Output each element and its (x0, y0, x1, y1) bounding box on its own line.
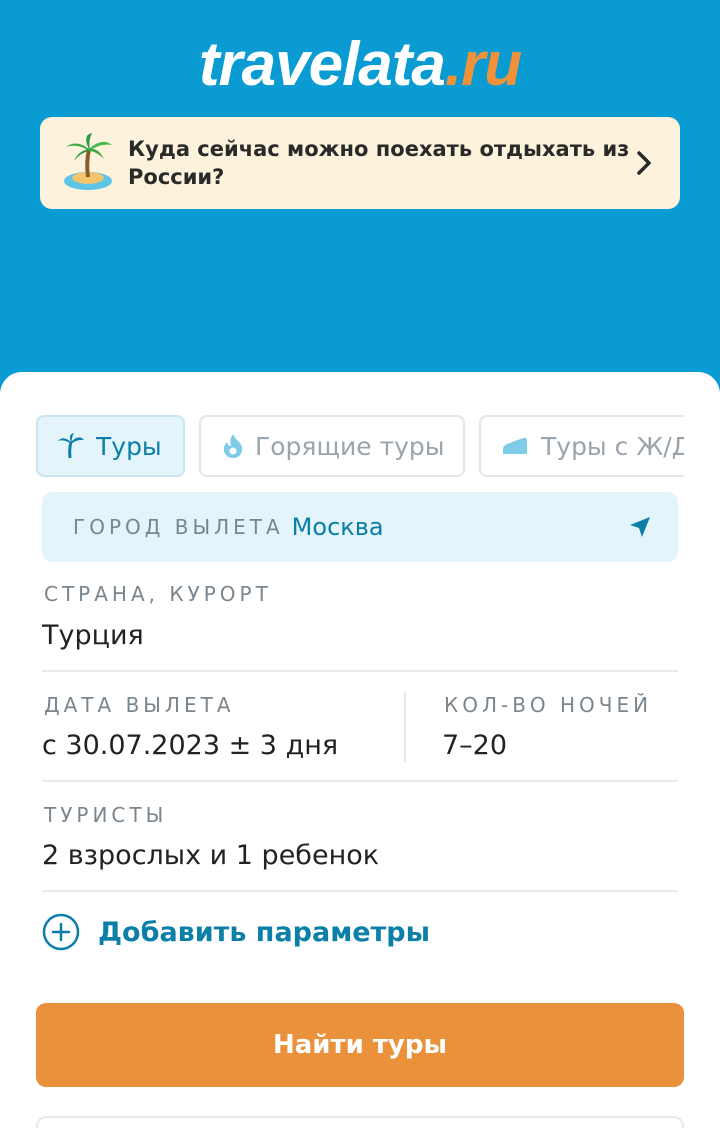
tourists-label: ТУРИСТЫ (44, 803, 168, 827)
flame-icon (223, 434, 243, 458)
plus-circle-icon (42, 913, 80, 951)
promo-banner-text: Куда сейчас можно поехать отдыхать из Ро… (128, 137, 630, 189)
destination-value[interactable]: Турция (42, 620, 144, 651)
travelata-logo[interactable]: travelata.ru (0, 32, 720, 98)
header: travelata.ru Куда сейчас можно поехать о… (0, 0, 720, 380)
tab-tours[interactable]: Туры (36, 415, 185, 477)
logo-tld-text: .ru (444, 30, 522, 99)
departure-city-value: Москва (291, 513, 384, 541)
chevron-right-icon (637, 151, 651, 175)
train-icon (503, 437, 527, 454)
secondary-panel (36, 1116, 684, 1128)
tab-hot-tours-label: Горящие туры (255, 431, 445, 461)
logo-main-text: travelata (198, 30, 446, 99)
palm-icon (58, 433, 84, 459)
tab-tours-label: Туры (96, 431, 162, 461)
divider (42, 780, 678, 782)
add-parameters-button[interactable]: Добавить параметры (42, 912, 430, 952)
tab-hot-tours[interactable]: Горящие туры (199, 415, 465, 477)
search-tours-button[interactable]: Найти туры (36, 1003, 684, 1087)
tour-type-tabs: Туры Горящие туры Туры с Ж/Д (36, 415, 684, 477)
palm-island-icon (64, 133, 112, 190)
divider (42, 890, 678, 892)
vertical-divider (404, 692, 406, 762)
tourists-value[interactable]: 2 взрослых и 1 ребенок (42, 840, 379, 871)
add-parameters-label: Добавить параметры (98, 916, 430, 948)
nights-value[interactable]: 7–20 (442, 730, 507, 761)
departure-city-label: ГОРОД ВЫЛЕТА (73, 515, 284, 539)
tab-rail-tours[interactable]: Туры с Ж/Д (479, 415, 684, 477)
departure-date-value[interactable]: с 30.07.2023 ± 3 дня (42, 730, 338, 761)
location-arrow-icon[interactable] (628, 515, 652, 539)
search-form-card: Туры Горящие туры Туры с Ж/Д ГОРОД ВЫЛЕТ… (0, 372, 720, 1128)
tab-rail-tours-label: Туры с Ж/Д (541, 431, 684, 461)
promo-banner[interactable]: Куда сейчас можно поехать отдыхать из Ро… (40, 117, 680, 209)
destination-label: СТРАНА, КУРОРТ (44, 582, 272, 606)
departure-date-label: ДАТА ВЫЛЕТА (44, 693, 235, 717)
divider (42, 670, 678, 672)
nights-label: КОЛ-ВО НОЧЕЙ (444, 693, 653, 717)
departure-city-field[interactable]: ГОРОД ВЫЛЕТА Москва (42, 492, 678, 562)
